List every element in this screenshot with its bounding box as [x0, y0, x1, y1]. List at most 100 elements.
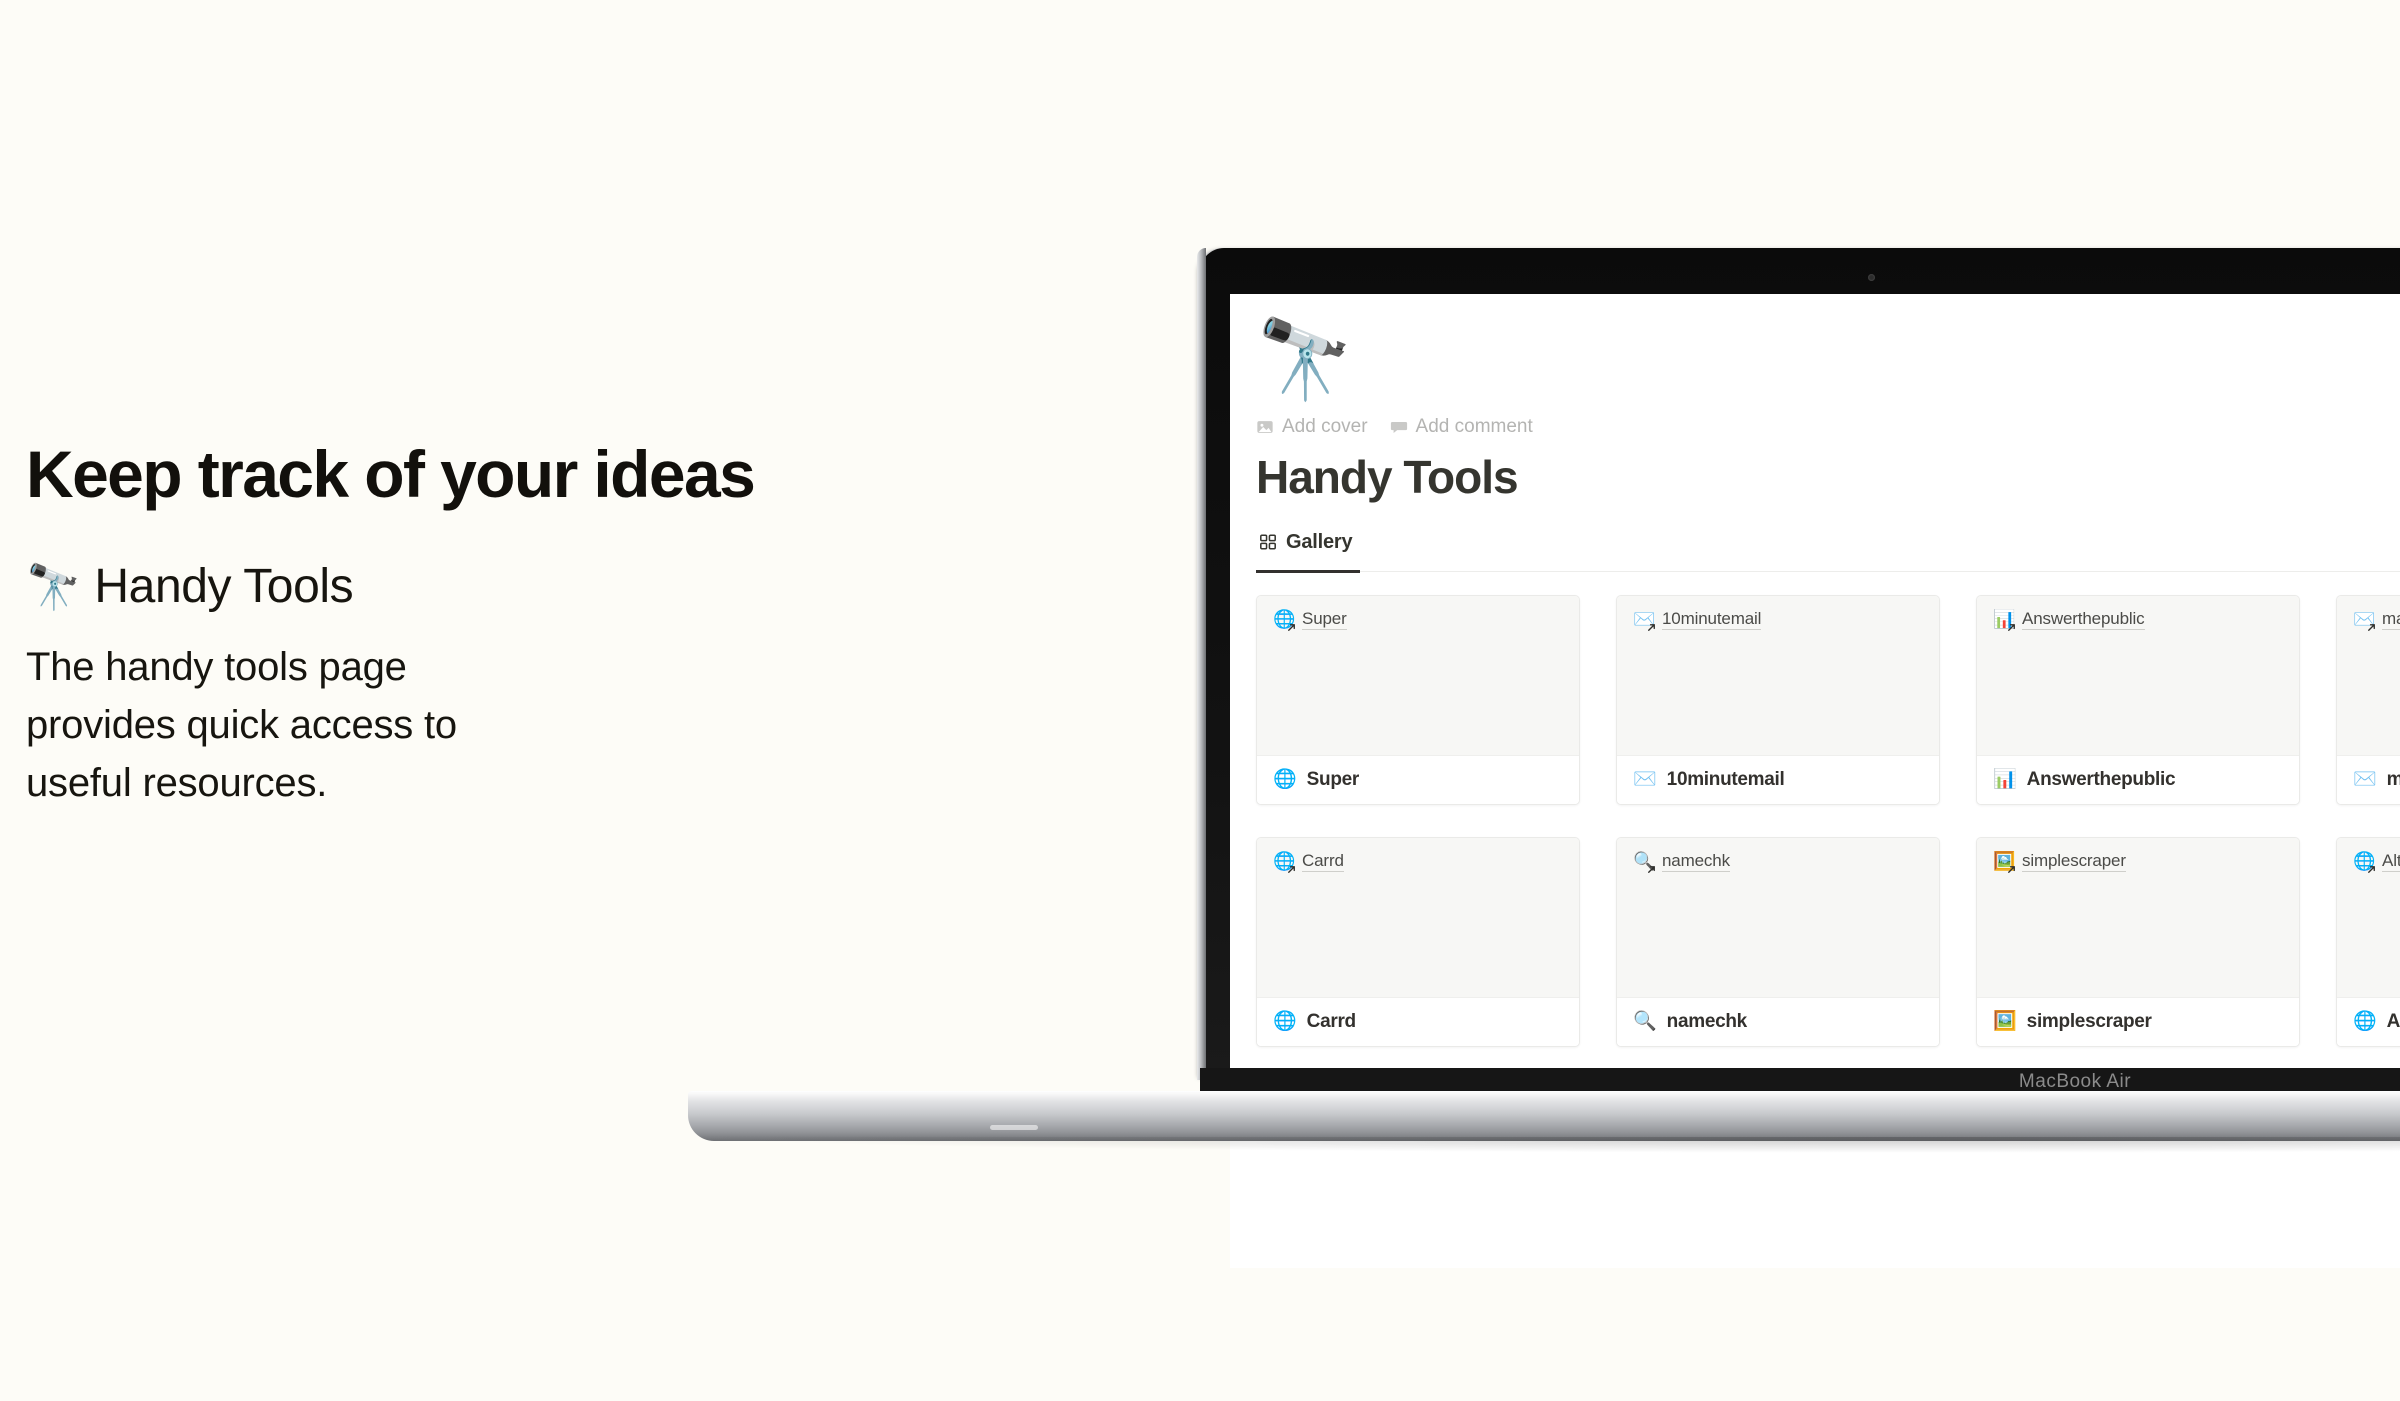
gallery-card[interactable]: 🖼️ simplescraper 🖼️ simplescraper [1976, 836, 2300, 1047]
gallery-card[interactable]: 🌐 Super 🌐 Super [1256, 594, 1580, 805]
card-preview: 🔍 namechk [1617, 837, 1939, 998]
tab-gallery[interactable]: Gallery [1256, 531, 1361, 565]
card-link[interactable]: 🖼️ simplescraper [1993, 850, 2126, 874]
card-link[interactable]: ✉️ mailinator [2353, 609, 2400, 632]
card-title: Carrd [1306, 1010, 1356, 1032]
hero-body-text: The handy tools page provides quick acce… [26, 645, 457, 806]
card-footer: 🌐 Carrd [1257, 997, 1579, 1046]
card-footer: ✉️ mailinator [2337, 755, 2400, 804]
card-link-icon: 🖼️ [1993, 852, 2015, 874]
card-footer: 🌐 Alternativeto [2337, 997, 2400, 1046]
gallery-card[interactable]: 🔍 namechk 🔍 namechk [1616, 836, 1940, 1047]
page-meta-actions: Add cover Add comment [1256, 416, 2400, 438]
external-link-arrow-icon [2008, 624, 2015, 632]
add-comment-button[interactable]: Add comment [1390, 416, 1533, 438]
card-title-icon: 🔍 [1633, 1011, 1657, 1033]
notion-page: 🔭 Add cover Add comment Handy Tools Gall… [1230, 294, 2400, 1047]
card-preview: 🌐 Super [1257, 595, 1579, 756]
tabbar-divider [1256, 570, 2400, 572]
view-tabbar: Gallery [1256, 531, 2400, 573]
page-title: Handy Tools [1256, 451, 1519, 503]
card-link-icon: 🌐 [1273, 852, 1295, 874]
card-link-text: Super [1302, 608, 1347, 630]
card-link-text: mailinator [2382, 609, 2400, 630]
add-comment-label: Add comment [1415, 416, 1533, 437]
gallery-grid: 🌐 Super 🌐 Super ✉️ 10minutemail ✉️ 10minutemail… [1256, 594, 2400, 1047]
gallery-grid-icon [1260, 534, 1276, 550]
card-title: Alternativeto [2386, 1010, 2400, 1032]
gallery-card[interactable]: ✉️ 10minutemail ✉️ 10minutemail [1616, 594, 1940, 805]
card-link-text: 10minutemail [1662, 608, 1762, 630]
card-preview: 🌐 Carrd [1257, 837, 1579, 998]
card-footer: 🌐 Super [1257, 755, 1579, 804]
tab-active-underline [1256, 569, 1360, 573]
card-preview: ✉️ mailinator [2337, 595, 2400, 756]
card-link-icon: ✉️ [2353, 610, 2375, 632]
hero-headline: Keep track of your ideas [26, 437, 756, 511]
card-preview: 🌐 Alternativeto [2337, 837, 2400, 998]
card-preview: ✉️ 10minutemail [1617, 595, 1939, 756]
card-link[interactable]: 🌐 Alternativeto [2353, 851, 2400, 874]
card-link-icon: 🌐 [2353, 852, 2375, 874]
hero-copy: Keep track of your ideas 🔭 Handy Tools T… [26, 437, 1086, 812]
hero-subtitle-text: Handy Tools [94, 560, 354, 614]
card-title-icon: 📊 [1993, 769, 2017, 791]
webcam-icon [1868, 274, 1875, 281]
card-link-icon: 📊 [1993, 610, 2015, 632]
card-title: namechk [1666, 1010, 1748, 1032]
card-link-text: Answerthepublic [2022, 608, 2145, 630]
page-telescope-icon: 🔭 [1256, 315, 1354, 403]
card-title-icon: 🌐 [1273, 769, 1297, 791]
external-link-arrow-icon [2008, 866, 2015, 874]
card-title-icon: 🌐 [2353, 1011, 2377, 1033]
card-link[interactable]: 🌐 Super [1273, 608, 1347, 632]
base-left-dimple [990, 1125, 1038, 1130]
card-link-icon: ✉️ [1633, 610, 1655, 632]
card-link-text: simplescraper [2022, 850, 2126, 872]
card-preview: 📊 Answerthepublic [1977, 595, 2299, 756]
external-link-arrow-icon [1288, 866, 1295, 874]
comment-icon [1390, 422, 1407, 434]
external-link-arrow-icon [2368, 866, 2375, 874]
card-link-icon: 🔍 [1633, 852, 1655, 874]
gallery-card[interactable]: ✉️ mailinator ✉️ mailinator [2336, 594, 2400, 805]
gallery-card[interactable]: 📊 Answerthepublic 📊 Answerthepublic [1976, 594, 2300, 805]
card-link[interactable]: ✉️ 10minutemail [1633, 608, 1762, 632]
gallery-card[interactable]: 🌐 Alternativeto 🌐 Alternativeto [2336, 836, 2400, 1047]
card-title: simplescraper [2026, 1010, 2152, 1032]
poster-canvas: Keep track of your ideas 🔭 Handy Tools T… [0, 0, 2400, 1401]
card-footer: 🔍 namechk [1617, 997, 1939, 1046]
card-link-text: namechk [1662, 850, 1730, 872]
card-link-text: Alternativeto [2382, 851, 2400, 872]
card-preview: 🖼️ simplescraper [1977, 837, 2299, 998]
card-title-icon: 🌐 [1273, 1011, 1297, 1033]
external-link-arrow-icon [1648, 624, 1655, 632]
external-link-arrow-icon [1648, 866, 1655, 874]
card-title: mailinator [2387, 769, 2400, 791]
card-link[interactable]: 🌐 Carrd [1273, 850, 1344, 874]
laptop-lid: 🔭 Add cover Add comment Handy Tools Gall… [1197, 248, 2400, 1268]
card-title: 10minutemail [1666, 768, 1785, 790]
card-link-icon: 🌐 [1273, 610, 1295, 632]
laptop-base [688, 1093, 2400, 1153]
card-footer: ✉️ 10minutemail [1617, 755, 1939, 804]
card-link[interactable]: 🔍 namechk [1633, 850, 1730, 874]
image-icon [1257, 421, 1273, 433]
card-title: Super [1306, 768, 1360, 790]
card-link[interactable]: 📊 Answerthepublic [1993, 608, 2145, 632]
card-title-icon: ✉️ [2353, 769, 2377, 791]
card-footer: 🖼️ simplescraper [1977, 997, 2299, 1046]
laptop-mockup: 🔭 Add cover Add comment Handy Tools Gall… [688, 248, 2400, 1268]
telescope-icon: 🔭 [26, 562, 81, 612]
device-model-label: MacBook Air [2018, 1071, 2132, 1092]
card-title: Answerthepublic [2026, 768, 2176, 790]
add-cover-label: Add cover [1282, 416, 1368, 437]
external-link-arrow-icon [1288, 624, 1295, 632]
tab-gallery-label: Gallery [1286, 530, 1353, 553]
external-link-arrow-icon [2368, 624, 2375, 632]
gallery-card[interactable]: 🌐 Carrd 🌐 Carrd [1256, 836, 1580, 1047]
add-cover-button[interactable]: Add cover [1256, 416, 1368, 438]
card-title-icon: ✉️ [1633, 769, 1657, 791]
card-title-icon: 🖼️ [1993, 1011, 2017, 1033]
card-link-text: Carrd [1302, 850, 1344, 872]
